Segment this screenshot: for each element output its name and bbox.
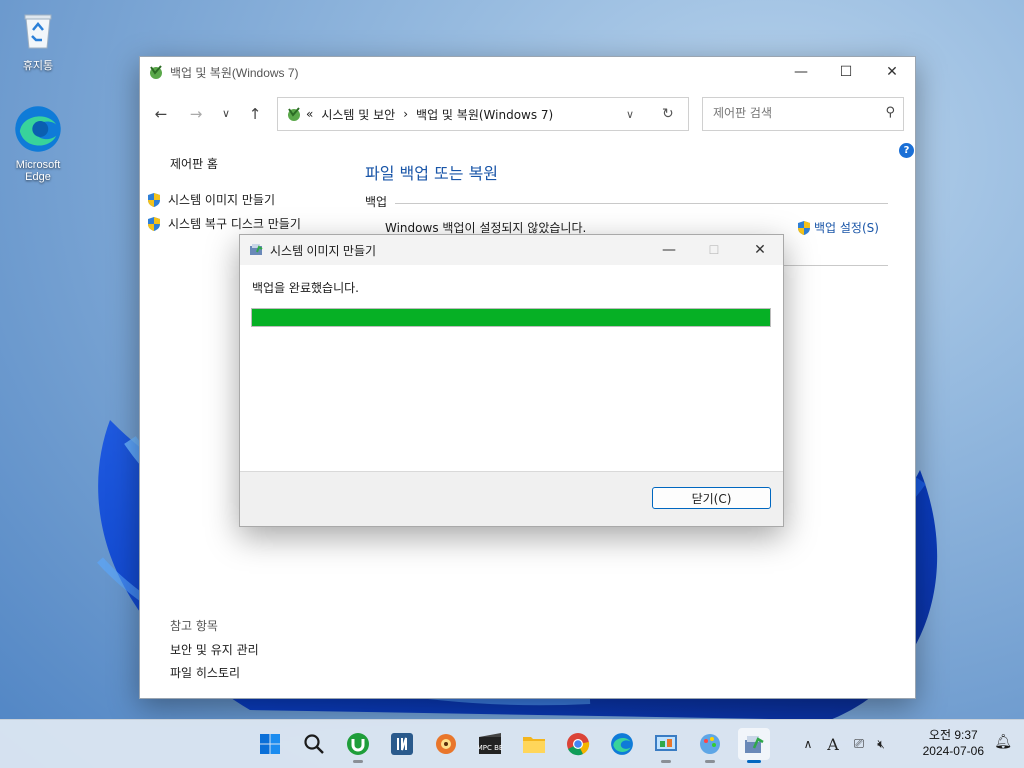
window-title: 백업 및 복원(Windows 7) bbox=[170, 65, 299, 80]
address-prefix[interactable]: « bbox=[306, 107, 313, 121]
running-indicator bbox=[705, 760, 715, 763]
backup-icon bbox=[150, 65, 162, 79]
control-panel-icon bbox=[655, 735, 677, 751]
desktop-icon-label: 휴지통 bbox=[22, 60, 54, 72]
close-button[interactable]: 닫기(C) bbox=[652, 487, 771, 509]
chrome-icon bbox=[567, 733, 590, 756]
backup-icon bbox=[250, 244, 263, 255]
shield-icon bbox=[148, 216, 160, 231]
up-arrow-icon[interactable]: ↑ bbox=[244, 103, 266, 125]
search-button[interactable] bbox=[298, 728, 330, 760]
setup-backup-link[interactable]: 백업 설정(S) bbox=[796, 219, 879, 236]
file-explorer-button[interactable] bbox=[518, 728, 550, 760]
address-bar[interactable]: « 시스템 및 보안 › 백업 및 복원(Windows 7) ∨ ↻ bbox=[277, 97, 689, 131]
onenote-button[interactable] bbox=[386, 728, 418, 760]
divider bbox=[395, 203, 888, 204]
edge-icon bbox=[15, 106, 61, 152]
photo-viewer-button[interactable] bbox=[430, 728, 462, 760]
progress-fill bbox=[252, 309, 770, 326]
system-tray: ∧ A ⎚ 🔇︎ bbox=[798, 720, 892, 768]
notification-bell-icon[interactable]: 🔔︎ bbox=[994, 734, 1012, 750]
window-titlebar[interactable]: 백업 및 복원(Windows 7) — ☐ ✕ bbox=[140, 57, 915, 87]
control-panel-button[interactable] bbox=[650, 728, 682, 763]
section-title: 백업 bbox=[365, 195, 388, 209]
search-icon[interactable]: ⚲ bbox=[885, 105, 895, 120]
taskbar: MPC BE ∧ A ⎚ 🔇︎ 오전 9:37 2024-07-06 🔔︎ bbox=[0, 719, 1024, 768]
dialog-message: 백업을 완료했습니다. bbox=[252, 281, 359, 295]
backup-button[interactable] bbox=[738, 728, 770, 763]
desktop-icon-label: Microsoft Edge bbox=[15, 159, 61, 183]
clock-date: 2024-07-06 bbox=[922, 744, 984, 758]
sidebar-item-create-repair-disc[interactable]: 시스템 복구 디스크 만들기 bbox=[146, 215, 301, 232]
paint-icon bbox=[700, 734, 720, 754]
start-button[interactable] bbox=[254, 728, 286, 760]
dialog-titlebar[interactable]: 시스템 이미지 만들기 — ☐ ✕ bbox=[240, 235, 783, 265]
control-panel-icon bbox=[288, 107, 300, 121]
network-icon[interactable]: ⎚ bbox=[848, 737, 870, 752]
shield-icon bbox=[798, 220, 810, 235]
volume-muted-icon[interactable]: 🔇︎ bbox=[870, 737, 892, 752]
mpc-be-button[interactable]: MPC BE bbox=[474, 728, 506, 760]
sidebar-item-label: 시스템 복구 디스크 만들기 bbox=[168, 217, 301, 231]
create-system-image-dialog: 시스템 이미지 만들기 — ☐ ✕ 백업을 완료했습니다. 닫기(C) bbox=[239, 234, 784, 527]
dialog-footer: 닫기(C) bbox=[240, 471, 783, 526]
ime-indicator[interactable]: A bbox=[818, 735, 848, 754]
utorrent-icon bbox=[347, 733, 369, 755]
maximize-button[interactable]: ☐ bbox=[823, 57, 869, 87]
sidebar-item-create-system-image[interactable]: 시스템 이미지 만들기 bbox=[146, 191, 275, 208]
see-also-title: 참고 항목 bbox=[170, 619, 218, 633]
recycle-bin-icon bbox=[24, 14, 52, 49]
close-dialog-button[interactable]: ✕ bbox=[737, 235, 783, 265]
clock[interactable]: 오전 9:37 2024-07-06 bbox=[923, 727, 984, 759]
breadcrumb-security[interactable]: 시스템 및 보안 bbox=[321, 106, 395, 123]
refresh-icon[interactable]: ↻ bbox=[662, 106, 674, 122]
onenote-icon bbox=[391, 733, 413, 755]
shield-icon bbox=[148, 192, 160, 207]
page-title: 파일 백업 또는 복원 bbox=[365, 164, 499, 183]
minimize-button[interactable]: — bbox=[778, 57, 824, 87]
running-indicator bbox=[661, 760, 671, 763]
close-window-button[interactable]: ✕ bbox=[869, 57, 915, 87]
running-indicator bbox=[353, 760, 363, 763]
see-also-file-history[interactable]: 파일 히스토리 bbox=[170, 664, 240, 681]
search-icon bbox=[304, 734, 324, 754]
clock-time: 오전 9:37 bbox=[928, 728, 978, 742]
setup-backup-label: 백업 설정(S) bbox=[814, 221, 879, 235]
chevron-down-icon[interactable]: ∨ bbox=[626, 108, 634, 121]
sidebar-home-link[interactable]: 제어판 홈 bbox=[170, 155, 218, 172]
photo-viewer-icon bbox=[436, 734, 456, 754]
chrome-button[interactable] bbox=[562, 728, 594, 760]
search-box[interactable]: ⚲ bbox=[702, 97, 904, 131]
edge-icon bbox=[611, 733, 633, 755]
edge-button[interactable] bbox=[606, 728, 638, 760]
sidebar-item-label: 시스템 이미지 만들기 bbox=[168, 193, 275, 207]
minimize-button[interactable]: — bbox=[646, 235, 692, 265]
progress-bar bbox=[251, 308, 771, 327]
start-icon bbox=[260, 734, 280, 754]
dialog-title: 시스템 이미지 만들기 bbox=[270, 243, 377, 258]
mpc-be-label: MPC BE bbox=[478, 744, 502, 752]
breadcrumb-backup-restore[interactable]: 백업 및 복원(Windows 7) bbox=[416, 106, 553, 123]
recent-locations-icon[interactable]: ∨ bbox=[215, 103, 237, 125]
forward-arrow-icon[interactable]: → bbox=[185, 103, 207, 125]
utorrent-button[interactable] bbox=[342, 728, 374, 763]
file-explorer-icon bbox=[523, 737, 545, 753]
help-icon[interactable]: ? bbox=[899, 143, 914, 158]
desktop-icon-recycle-bin[interactable]: 휴지통 bbox=[6, 8, 70, 73]
chevron-up-icon[interactable]: ∧ bbox=[798, 737, 818, 751]
maximize-button: ☐ bbox=[708, 243, 720, 257]
paint-button[interactable] bbox=[694, 728, 726, 763]
backup-icon bbox=[745, 736, 764, 753]
search-input[interactable] bbox=[711, 105, 875, 121]
mpc-be-icon: MPC BE bbox=[478, 733, 502, 754]
breadcrumb-separator: › bbox=[403, 107, 409, 121]
navigation-bar: ← → ∨ ↑ « 시스템 및 보안 › 백업 및 복원(Windows 7) … bbox=[140, 97, 915, 131]
see-also-security-maintenance[interactable]: 보안 및 유지 관리 bbox=[170, 641, 259, 658]
active-indicator bbox=[747, 760, 761, 763]
back-arrow-icon[interactable]: ← bbox=[150, 103, 172, 125]
desktop-icon-edge[interactable]: Microsoft Edge bbox=[6, 104, 70, 183]
